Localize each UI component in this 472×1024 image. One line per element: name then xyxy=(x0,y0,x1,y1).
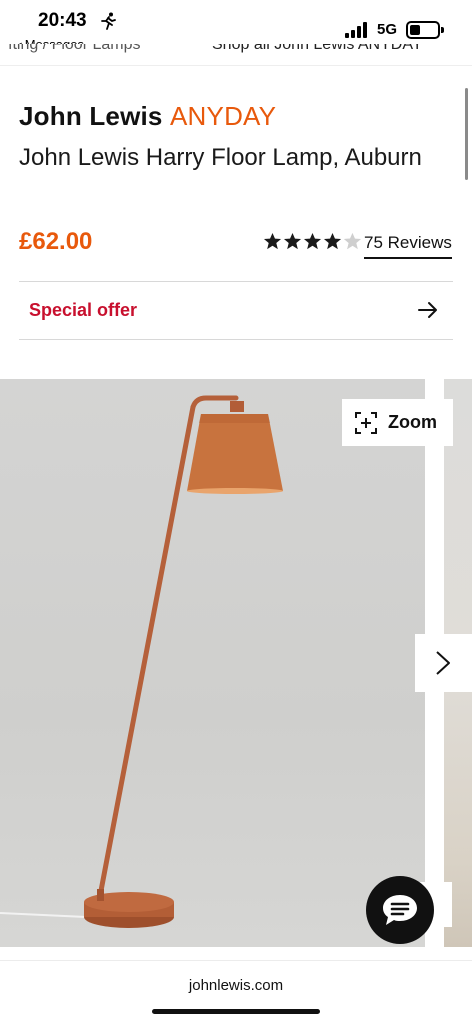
next-image-button[interactable] xyxy=(415,634,472,692)
browser-url-bar[interactable]: johnlewis.com xyxy=(0,960,472,1024)
chevron-right-icon xyxy=(436,651,450,675)
zoom-button[interactable]: Zoom xyxy=(342,399,453,446)
product-title: John Lewis Harry Floor Lamp, Auburn xyxy=(19,144,422,171)
star-half-icon xyxy=(343,232,362,250)
product-gallery[interactable]: Zoom xyxy=(0,379,472,947)
rating-stars[interactable] xyxy=(263,232,362,251)
special-offer-label: Special offer xyxy=(29,300,138,320)
signal-icon xyxy=(345,22,367,38)
star-icon xyxy=(323,232,342,250)
divider xyxy=(19,339,453,340)
star-icon xyxy=(283,232,302,250)
breadcrumb-items[interactable]: ıting / Floor Lamps xyxy=(8,44,141,54)
lamp-illustration xyxy=(0,395,283,928)
zoom-icon xyxy=(355,411,377,434)
special-offer-row[interactable]: Special offer xyxy=(19,282,453,338)
brand-main: John Lewis xyxy=(19,101,163,131)
brand-accent: ANYDAY xyxy=(170,101,277,131)
star-icon xyxy=(303,232,322,250)
battery-icon xyxy=(406,21,444,39)
scrollbar[interactable] xyxy=(465,88,468,180)
url-text: johnlewis.com xyxy=(188,977,284,994)
arrow-right-icon xyxy=(418,302,437,318)
shop-all-link[interactable]: Shop all John Lewis ANYDAY xyxy=(212,44,422,54)
zoom-label: Zoom xyxy=(388,412,437,432)
breadcrumb: ıting / Floor Lamps Shop all John Lewis … xyxy=(0,44,472,66)
network-type: 5G xyxy=(377,21,398,38)
status-time: 20:43 xyxy=(38,10,87,31)
product-brand[interactable]: John Lewis ANYDAY xyxy=(19,101,276,132)
chat-icon xyxy=(383,895,417,925)
reviews-link[interactable]: 75 Reviews xyxy=(364,233,452,259)
product-price: £62.00 xyxy=(19,228,93,255)
run-icon xyxy=(101,12,116,30)
product-image[interactable] xyxy=(0,379,425,947)
chat-button[interactable] xyxy=(366,876,434,944)
home-indicator xyxy=(152,1009,320,1014)
star-icon xyxy=(263,232,282,250)
